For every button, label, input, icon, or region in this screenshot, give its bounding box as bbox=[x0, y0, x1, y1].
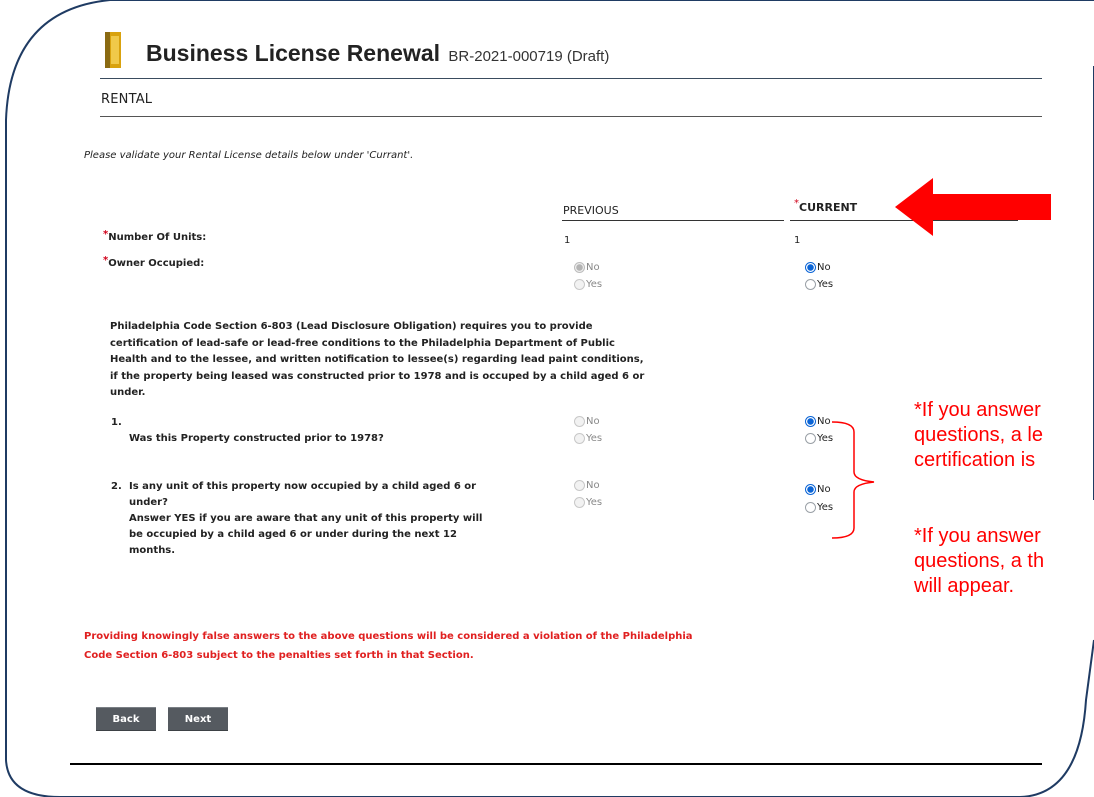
owner-previous-yes: Yes bbox=[574, 279, 602, 290]
units-current-value: 1 bbox=[794, 235, 801, 246]
owner-current-yes[interactable]: Yes bbox=[805, 279, 833, 290]
annotation-note-1: *If you answer questions, a le certifica… bbox=[914, 399, 1043, 471]
units-previous-value: 1 bbox=[564, 235, 571, 246]
footer-divider bbox=[70, 763, 1042, 765]
annotation-note-2: *If you answer questions, a th will appe… bbox=[914, 525, 1045, 597]
owner-previous-no: No bbox=[574, 262, 600, 273]
previous-underline bbox=[562, 220, 784, 221]
radio-icon[interactable] bbox=[805, 279, 816, 290]
record-id: BR-2021-000719 (Draft) bbox=[448, 48, 610, 65]
units-label: *Number Of Units: bbox=[103, 229, 207, 243]
question-2-text: Is any unit of this property now occupie… bbox=[129, 481, 477, 508]
q2-previous-yes: Yes bbox=[574, 497, 602, 508]
radio-icon[interactable] bbox=[805, 433, 816, 444]
next-button[interactable]: Next bbox=[168, 707, 228, 731]
owner-current-no[interactable]: No bbox=[805, 262, 831, 273]
q1-previous-no: No bbox=[574, 416, 600, 427]
radio-icon bbox=[574, 279, 585, 290]
question-1-text: Was this Property constructed prior to 1… bbox=[129, 433, 384, 444]
radio-icon[interactable] bbox=[805, 262, 816, 273]
radio-icon bbox=[574, 497, 585, 508]
page-title: Business License Renewal BR-2021-000719 … bbox=[146, 40, 610, 66]
column-current: *CURRENT bbox=[794, 198, 858, 214]
back-button[interactable]: Back bbox=[96, 707, 156, 731]
question-2-number: 2. bbox=[111, 481, 122, 492]
title-divider bbox=[100, 78, 1042, 79]
radio-icon bbox=[574, 480, 585, 491]
section-title: RENTAL bbox=[101, 92, 153, 107]
radio-icon bbox=[574, 416, 585, 427]
owner-label: *Owner Occupied: bbox=[103, 255, 205, 269]
q1-previous-yes: Yes bbox=[574, 433, 602, 444]
false-answer-warning: Providing knowingly false answers to the… bbox=[84, 631, 693, 661]
radio-icon bbox=[574, 433, 585, 444]
arrow-icon bbox=[895, 178, 1051, 236]
section-divider bbox=[100, 116, 1042, 117]
radio-icon bbox=[574, 262, 585, 273]
radio-icon[interactable] bbox=[805, 502, 816, 513]
lead-disclosure-paragraph: Philadelphia Code Section 6-803 (Lead Di… bbox=[110, 321, 645, 398]
brace-icon bbox=[831, 421, 875, 539]
question-1-number: 1. bbox=[111, 417, 122, 428]
intro-text: Please validate your Rental License deta… bbox=[84, 150, 414, 161]
q2-previous-no: No bbox=[574, 480, 600, 491]
radio-icon[interactable] bbox=[805, 416, 816, 427]
column-previous: PREVIOUS bbox=[563, 204, 619, 217]
question-2-note: Answer YES if you are aware that any uni… bbox=[129, 513, 483, 556]
radio-icon[interactable] bbox=[805, 484, 816, 495]
folder-icon bbox=[105, 32, 121, 68]
